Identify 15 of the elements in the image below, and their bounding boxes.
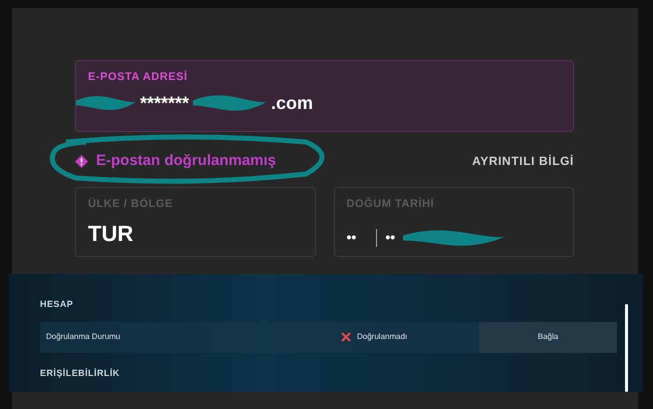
status-text: Doğrulanmadı	[357, 331, 408, 343]
connect-button[interactable]: Bağla	[479, 322, 617, 352]
warning-text: E-postan doğrulanmamış	[96, 150, 276, 171]
section-heading: ERİŞİLEBİLİRLİK	[40, 366, 121, 380]
email-label: E-POSTA ADRESİ	[88, 70, 189, 85]
more-info-link[interactable]: AYRINTILI BİLGİ	[472, 152, 574, 170]
email-masked: *******	[140, 92, 190, 114]
row-label: Doğrulanma Durumu	[45, 331, 122, 343]
text-cursor	[376, 228, 378, 246]
email-domain: .com	[271, 92, 314, 114]
date-part: ••	[385, 228, 396, 247]
warning-icon	[75, 154, 88, 168]
section-heading: HESAP	[40, 298, 74, 311]
field-value: TUR	[88, 220, 134, 248]
date-part: ••	[346, 228, 356, 247]
